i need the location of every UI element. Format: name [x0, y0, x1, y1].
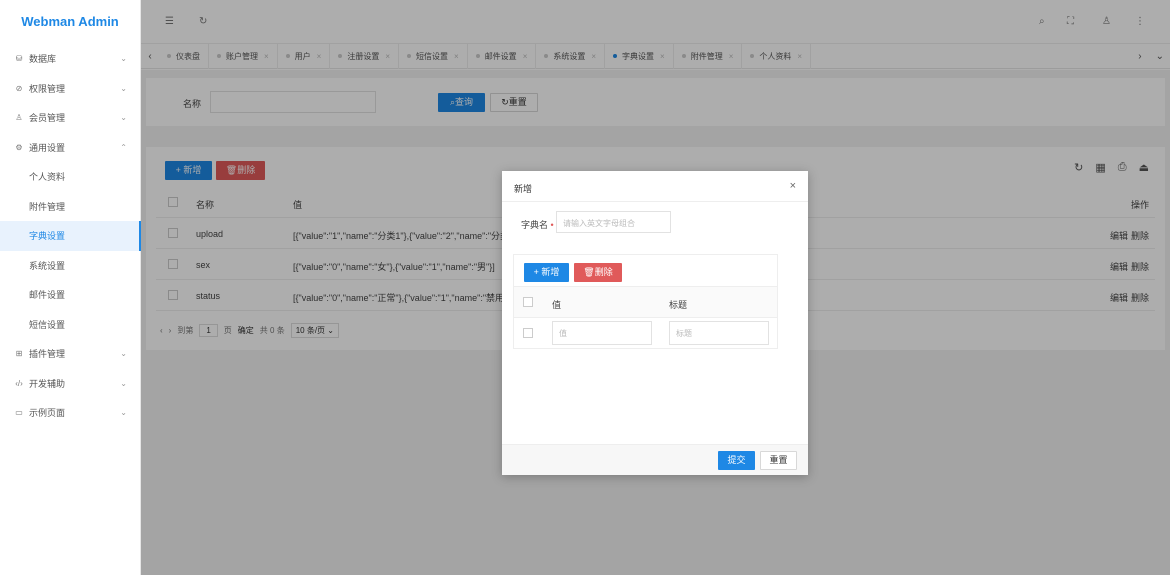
- modal-title: 新增: [514, 184, 533, 194]
- settings-icon: ⚙: [15, 142, 23, 152]
- app-logo[interactable]: Webman Admin: [0, 0, 140, 44]
- sidebar-item-label: 系统设置: [29, 260, 66, 271]
- sidebar-item-1[interactable]: ⊘ 权限管理 ⌄: [0, 74, 140, 104]
- column-header-item-title: 标题: [669, 300, 688, 310]
- sidebar-item-label: 附件管理: [29, 201, 66, 212]
- sidebar-item-4[interactable]: 个人资料: [0, 162, 140, 192]
- item-row-checkbox[interactable]: [523, 328, 533, 338]
- sidebar-item-label: 开发辅助: [29, 378, 66, 389]
- items-select-all-checkbox[interactable]: [523, 297, 533, 307]
- dict-name-placeholder: 请输入英文字母组合: [563, 219, 635, 228]
- sidebar-item-label: 权限管理: [29, 83, 66, 94]
- sidebar-menu: ⛁ 数据库 ⌄ ⊘ 权限管理 ⌄ ♙ 会员管理 ⌄ ⚙ 通用设置 ⌃ 个人资料附件管理字典设置系统设置邮…: [0, 44, 141, 428]
- sidebar-item-3[interactable]: ⚙ 通用设置 ⌃: [0, 133, 140, 163]
- dict-name-label-text: 字典名: [521, 220, 549, 230]
- add-item-button[interactable]: + 新增: [524, 263, 569, 282]
- modal-footer: 提交 重置: [502, 444, 808, 475]
- sidebar-item-5[interactable]: 附件管理: [0, 192, 140, 222]
- sidebar-item-7[interactable]: 系统设置: [0, 251, 140, 281]
- required-mark: •: [550, 220, 554, 230]
- dict-name-input[interactable]: 请输入英文字母组合: [556, 211, 671, 233]
- item-value-input[interactable]: 值: [552, 321, 652, 345]
- sidebar-item-6[interactable]: 字典设置: [0, 221, 141, 251]
- item-value-placeholder: 值: [559, 329, 567, 338]
- sidebar-item-label: 个人资料: [29, 172, 66, 183]
- plugin-icon: ⊞: [15, 349, 23, 359]
- dict-items-header: 值 标题: [514, 287, 777, 318]
- item-title-placeholder: 标题: [676, 329, 692, 338]
- item-title-input[interactable]: 标题: [669, 321, 769, 345]
- dict-items-table: + 新增 🗑删除 值 标题 值 标题: [513, 254, 778, 349]
- sidebar-item-11[interactable]: ‹/› 开发辅助 ⌄: [0, 369, 140, 399]
- sidebar-item-label: 通用设置: [29, 142, 66, 153]
- dict-name-label: 字典名 •: [521, 218, 554, 231]
- sidebar-item-12[interactable]: ▭ 示例页面 ⌄: [0, 398, 140, 428]
- column-header-item-value: 值: [552, 300, 562, 310]
- database-icon: ⛁: [15, 54, 23, 64]
- shield-icon: ⊘: [15, 83, 23, 93]
- sidebar-item-8[interactable]: 邮件设置: [0, 280, 140, 310]
- delete-item-button[interactable]: 🗑删除: [574, 263, 622, 282]
- close-icon[interactable]: ×: [790, 180, 796, 192]
- sidebar-item-label: 数据库: [29, 54, 57, 65]
- modal-divider: [502, 201, 808, 202]
- sidebar-item-2[interactable]: ♙ 会员管理 ⌄: [0, 103, 140, 133]
- modal-reset-button[interactable]: 重置: [760, 451, 797, 470]
- chevron-down-icon: ⌄: [120, 349, 127, 359]
- chevron-down-icon: ⌄: [120, 408, 127, 418]
- code-icon: ‹/›: [15, 378, 23, 388]
- chevron-down-icon: ⌄: [120, 113, 127, 123]
- dict-items-toolbar: + 新增 🗑删除: [514, 255, 777, 287]
- sidebar-item-label: 短信设置: [29, 319, 66, 330]
- submit-button[interactable]: 提交: [718, 451, 755, 470]
- sidebar: Webman Admin ⛁ 数据库 ⌄ ⊘ 权限管理 ⌄ ♙ 会员管理 ⌄ ⚙ 通用设置 ⌃ 个人资料…: [0, 0, 141, 575]
- page-icon: ▭: [15, 408, 23, 418]
- sidebar-item-9[interactable]: 短信设置: [0, 310, 140, 340]
- sidebar-item-label: 示例页面: [29, 408, 66, 419]
- sidebar-item-label: 邮件设置: [29, 290, 66, 301]
- sidebar-item-label: 字典设置: [29, 231, 66, 242]
- sidebar-item-10[interactable]: ⊞ 插件管理 ⌄: [0, 339, 140, 369]
- dict-item-row: 值 标题: [514, 318, 777, 349]
- chevron-down-icon: ⌄: [120, 378, 127, 388]
- add-dict-modal: 新增 × 字典名 • 请输入英文字母组合 + 新增 🗑删除 值 标题 值 标题 …: [502, 171, 808, 475]
- sidebar-item-label: 插件管理: [29, 349, 66, 360]
- sidebar-item-0[interactable]: ⛁ 数据库 ⌄: [0, 44, 140, 74]
- user-icon: ♙: [15, 113, 23, 123]
- sidebar-item-label: 会员管理: [29, 113, 66, 124]
- chevron-down-icon: ⌄: [120, 54, 127, 64]
- chevron-down-icon: ⌄: [120, 83, 127, 93]
- chevron-up-icon: ⌃: [120, 142, 127, 152]
